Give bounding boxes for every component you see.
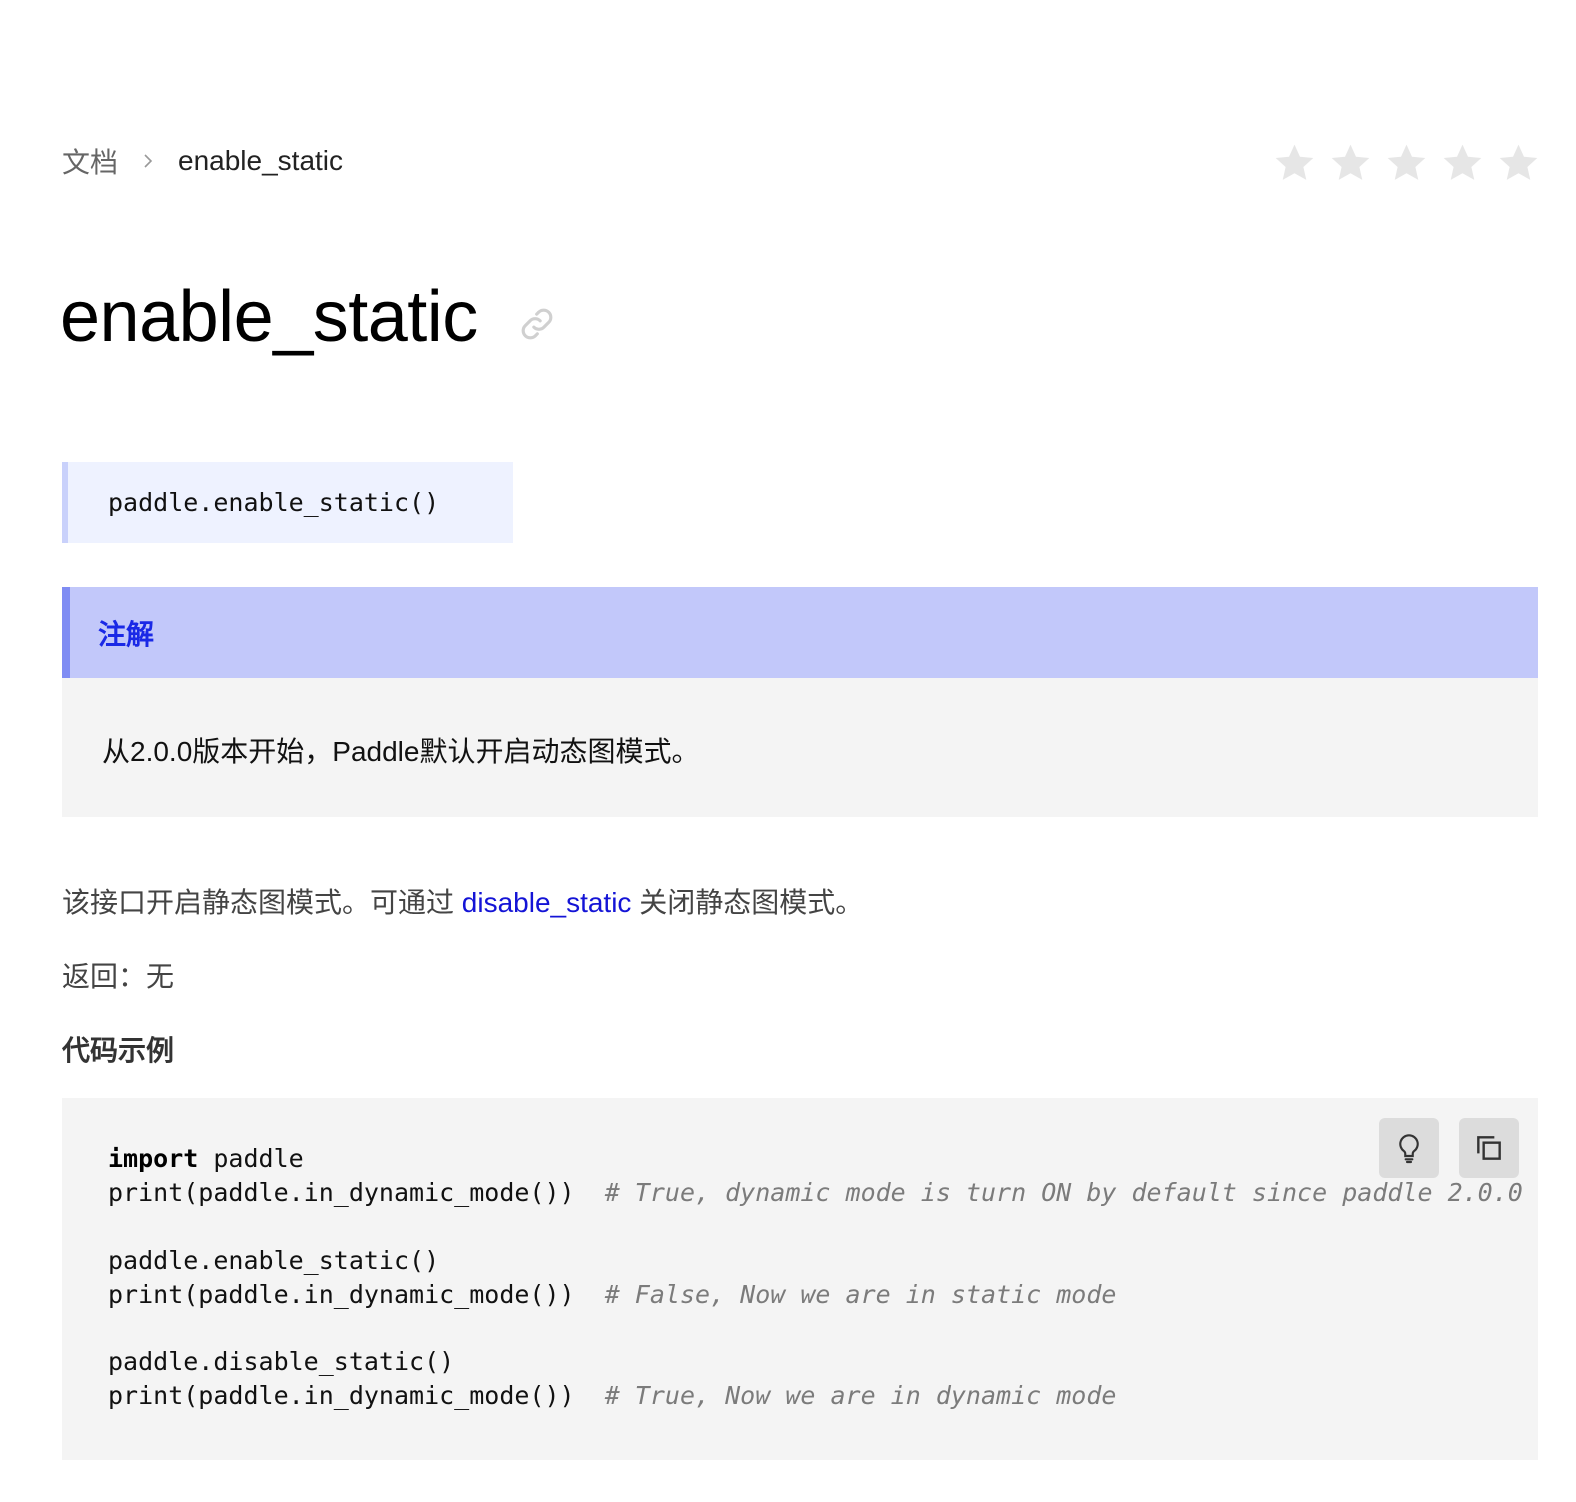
star-icon[interactable]: [1274, 142, 1315, 183]
note-text: 从2.0.0版本开始，Paddle默认开启动态图模式。: [102, 736, 700, 767]
chevron-right-icon: [118, 154, 178, 168]
code-text: paddle: [198, 1144, 304, 1173]
code-comment: # True, Now we are in dynamic mode: [604, 1381, 1117, 1410]
code-comment: # False, Now we are in static mode: [604, 1279, 1117, 1309]
star-icon[interactable]: [1442, 142, 1483, 183]
code-content: import paddle print(paddle.in_dynamic_mod…: [108, 1142, 1523, 1413]
code-line: print(paddle.in_dynamic_mode()) # True, …: [108, 1379, 1523, 1413]
copy-button[interactable]: [1459, 1118, 1519, 1178]
description-text-after: 关闭静态图模式。: [631, 887, 864, 918]
code-text: paddle.enable_static(): [108, 1245, 440, 1275]
returns-text: 返回：无: [62, 961, 175, 992]
lightbulb-icon: [1393, 1132, 1425, 1164]
code-text: print(paddle.in_dynamic_mode()): [108, 1381, 605, 1410]
breadcrumb-current: enable_static: [178, 145, 344, 176]
example-heading: 代码示例: [62, 1035, 175, 1066]
note-admonition: 注解 从2.0.0版本开始，Paddle默认开启动态图模式。: [62, 587, 1538, 817]
title-row: enable_static: [60, 272, 556, 362]
code-line: paddle.enable_static(): [108, 1244, 1523, 1278]
api-signature: paddle.enable_static(): [62, 462, 513, 543]
note-title: 注解: [62, 587, 1538, 678]
link-icon[interactable]: [518, 305, 556, 343]
description-text-before: 该接口开启静态图模式。可通过: [62, 887, 462, 918]
code-text: print(paddle.in_dynamic_mode()): [108, 1178, 605, 1207]
star-icon[interactable]: [1498, 142, 1539, 183]
code-line: print(paddle.in_dynamic_mode()) # True, …: [108, 1176, 1523, 1210]
rating-stars: [1274, 142, 1539, 183]
code-text: paddle.disable_static(): [108, 1347, 455, 1376]
description-paragraph: 该接口开启静态图模式。可通过 disable_static 关闭静态图模式。: [62, 881, 863, 921]
code-block: import paddle print(paddle.in_dynamic_mod…: [62, 1098, 1538, 1460]
code-line: import paddle: [108, 1142, 1523, 1176]
disable-static-link[interactable]: disable_static: [462, 887, 632, 918]
breadcrumb-home-link[interactable]: 文档: [62, 141, 118, 181]
code-line: paddle.disable_static(): [108, 1345, 1523, 1379]
star-icon[interactable]: [1330, 142, 1371, 183]
code-line: print(paddle.in_dynamic_mode()) # False,…: [108, 1278, 1523, 1312]
code-comment: # True, dynamic mode is turn ON by defau…: [604, 1178, 1523, 1207]
page-title: enable_static: [60, 277, 478, 357]
star-icon[interactable]: [1386, 142, 1427, 183]
hint-button[interactable]: [1379, 1118, 1439, 1178]
copy-icon: [1473, 1132, 1505, 1164]
code-text: print(paddle.in_dynamic_mode()): [108, 1279, 605, 1309]
breadcrumb: 文档 enable_static: [62, 141, 343, 181]
code-keyword: import: [108, 1144, 199, 1173]
